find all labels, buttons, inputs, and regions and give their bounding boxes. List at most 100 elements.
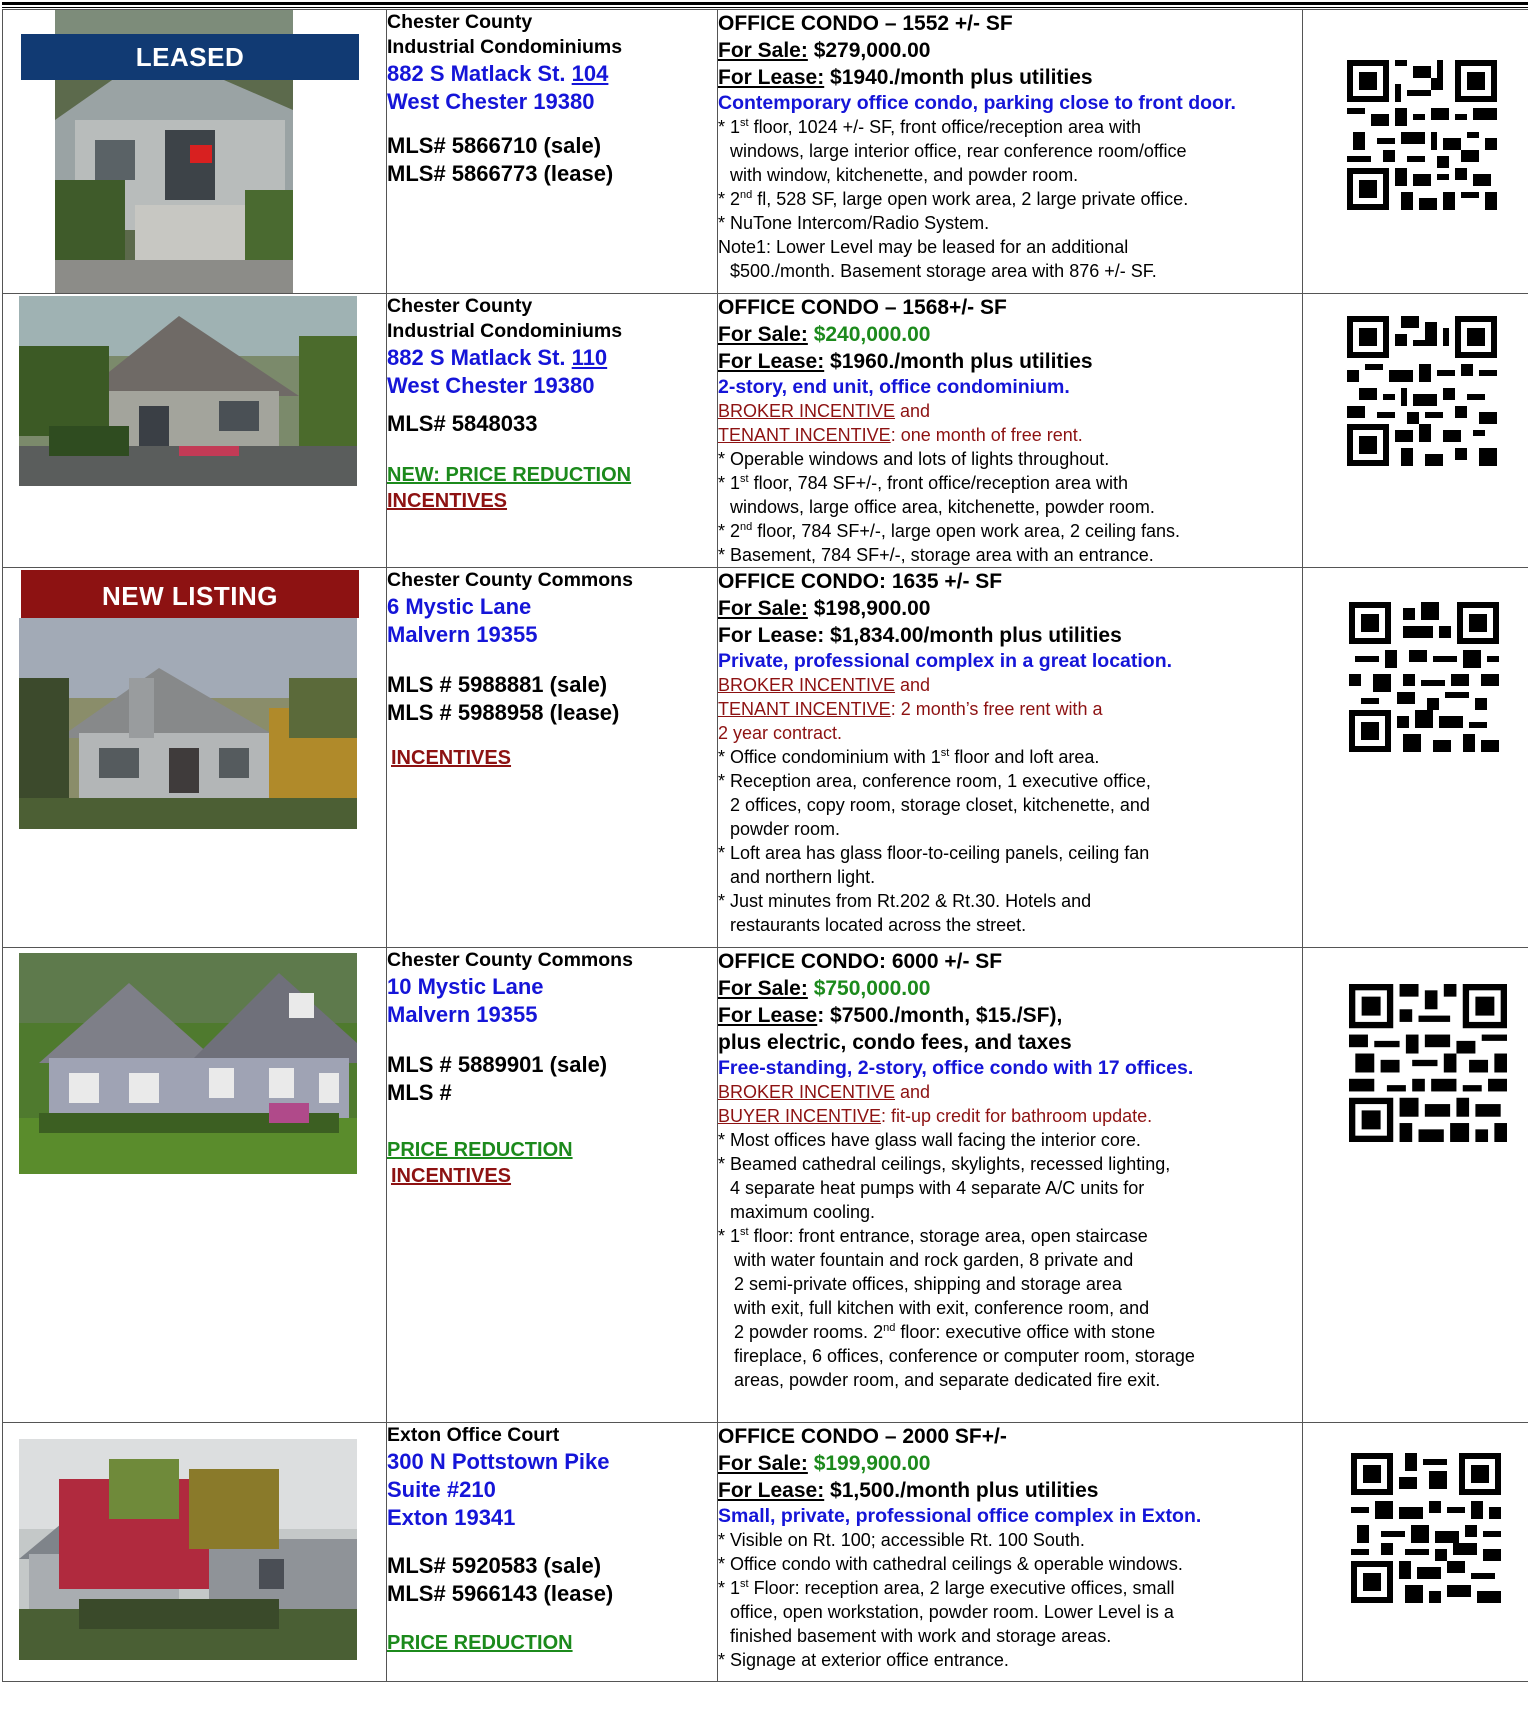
broker-incentive: BROKER INCENTIVE and [718, 401, 931, 421]
description-cell: OFFICE CONDO – 2000 SF+/- For Sale: $199… [717, 1422, 1303, 1682]
address-line2: West Chester 19380 [387, 89, 595, 114]
listing-heading: OFFICE CONDO: 1635 +/- SF [718, 570, 1003, 593]
lease-line: For Lease: $1960./month plus utilities [718, 350, 1093, 373]
desc-line: * Loft area has glass floor-to-ceiling p… [718, 843, 1150, 863]
broker-incentive: BROKER INCENTIVE and [718, 1082, 931, 1102]
address-line2: Malvern 19355 [387, 1002, 538, 1027]
address-line-suite: Suite #210 [387, 1477, 496, 1502]
desc-line: 2 offices, copy room, storage closet, ki… [730, 795, 1150, 815]
desc-line: * Office condo with cathedral ceilings &… [718, 1554, 1183, 1574]
desc-line: 2 semi-private offices, shipping and sto… [734, 1274, 1122, 1294]
photo-cell [2, 293, 387, 568]
listing-photo[interactable] [19, 953, 357, 1174]
qr-code-icon[interactable] [1349, 602, 1499, 752]
price-reduction-tag[interactable]: PRICE REDUCTION [387, 1137, 717, 1163]
complex-name-line2: Industrial Condominiums [387, 320, 623, 342]
incentives-tag[interactable]: INCENTIVES [387, 745, 717, 771]
broker-incentive: BROKER INCENTIVE and [718, 675, 931, 695]
listing-row: LEASED Chester County Industrial Condomi… [2, 9, 1528, 294]
info-cell: Chester County Commons 10 Mystic Lane Ma… [386, 947, 718, 1423]
sale-line: For Sale: $198,900.00 [718, 597, 931, 620]
mls-number: MLS # 5988958 (lease) [387, 700, 620, 725]
desc-line: 4 separate heat pumps with 4 separate A/… [730, 1178, 1145, 1198]
qr-cell [1302, 1422, 1528, 1682]
desc-line: powder room. [730, 819, 841, 839]
lease-line: For Lease: $1,834.00/month plus utilitie… [718, 624, 1122, 647]
desc-line: maximum cooling. [730, 1202, 876, 1222]
address-line2: West Chester 19380 [387, 373, 595, 398]
address-line1: 882 S Matlack St. 104 [387, 61, 609, 86]
incentives-tag[interactable]: INCENTIVES [387, 1163, 717, 1189]
listing-tagline: Small, private, professional office comp… [718, 1505, 1202, 1527]
listing-heading: OFFICE CONDO – 2000 SF+/- [718, 1425, 1007, 1448]
tenant-incentive-cont: 2 year contract. [718, 723, 843, 743]
complex-name-line1: Exton Office Court [387, 1424, 560, 1446]
listing-tagline: Free-standing, 2-story, office condo wit… [718, 1057, 1194, 1079]
desc-line: * Beamed cathedral ceilings, skylights, … [718, 1154, 1171, 1174]
desc-line: * 1st Floor: reception area, 2 large exe… [718, 1578, 1175, 1598]
top-rule-thin [2, 7, 1528, 8]
desc-line: with water fountain and rock garden, 8 p… [734, 1250, 1134, 1270]
unit-number: 104 [571, 61, 609, 86]
listing-row: Exton Office Court 300 N Pottstown Pike … [2, 1422, 1528, 1682]
address-line1: 300 N Pottstown Pike [387, 1449, 610, 1474]
price-reduction-tag[interactable]: NEW: PRICE REDUCTION [387, 462, 717, 488]
desc-line: * 2nd fl, 528 SF, large open work area, … [718, 189, 1189, 209]
price-reduction-tag[interactable]: PRICE REDUCTION [387, 1630, 717, 1656]
tenant-incentive: TENANT INCENTIVE: one month of free rent… [718, 425, 1083, 445]
sale-line: For Sale: $750,000.00 [718, 977, 931, 1000]
listings-table: LEASED Chester County Industrial Condomi… [2, 9, 1528, 1682]
mls-number: MLS# 5920583 (sale) [387, 1553, 602, 1578]
desc-line: * Office condominium with 1st floor and … [718, 747, 1100, 767]
info-cell: Exton Office Court 300 N Pottstown Pike … [386, 1422, 718, 1682]
listing-photo[interactable] [19, 1439, 357, 1660]
incentives-tag[interactable]: INCENTIVES [387, 488, 717, 514]
mls-number: MLS# 5866710 (sale) [387, 133, 602, 158]
lease-line: For Lease: $7500./month, $15./SF), [718, 1004, 1063, 1027]
qr-code-icon[interactable] [1351, 1453, 1501, 1603]
desc-line: windows, large office area, kitchenette,… [730, 497, 1155, 517]
description-cell: OFFICE CONDO – 1552 +/- SF For Sale: $27… [717, 9, 1303, 294]
desc-line: with exit, full kitchen with exit, confe… [734, 1298, 1150, 1318]
buyer-incentive: BUYER INCENTIVE: fit-up credit for bathr… [718, 1106, 1153, 1126]
mls-number: MLS# 5966143 (lease) [387, 1581, 614, 1606]
qr-code-icon[interactable] [1349, 984, 1507, 1142]
mls-number: MLS # 5988881 (sale) [387, 672, 608, 697]
qr-code-icon[interactable] [1347, 316, 1497, 466]
desc-line: office, open workstation, powder room. L… [730, 1602, 1174, 1622]
info-cell: Chester County Commons 6 Mystic Lane Mal… [386, 567, 718, 948]
qr-cell [1302, 9, 1528, 294]
complex-name-line1: Chester County [387, 295, 533, 317]
qr-cell [1302, 567, 1528, 948]
unit-number: 110 [571, 345, 608, 370]
description-cell: OFFICE CONDO – 1568+/- SF For Sale: $240… [717, 293, 1303, 568]
desc-line: Note1: Lower Level may be leased for an … [718, 237, 1129, 257]
description-cell: OFFICE CONDO: 6000 +/- SF For Sale: $750… [717, 947, 1303, 1423]
description-cell: OFFICE CONDO: 1635 +/- SF For Sale: $198… [717, 567, 1303, 948]
info-cell: Chester County Industrial Condominiums 8… [386, 9, 718, 294]
complex-name-line1: Chester County Commons [387, 949, 633, 971]
listing-photo[interactable] [19, 618, 357, 829]
listing-tagline: 2-story, end unit, office condominium. [718, 376, 1070, 398]
desc-line: $500./month. Basement storage area with … [730, 261, 1157, 281]
desc-line: * 2nd floor, 784 SF+/-, large open work … [718, 521, 1181, 541]
mls-number: MLS # [387, 1080, 452, 1105]
desc-line: * Operable windows and lots of lights th… [718, 449, 1110, 469]
photo-cell [2, 947, 387, 1423]
listing-heading: OFFICE CONDO – 1552 +/- SF [718, 12, 1013, 35]
desc-line: fireplace, 6 offices, conference or comp… [734, 1346, 1195, 1366]
info-cell: Chester County Industrial Condominiums 8… [386, 293, 718, 568]
desc-line: and northern light. [730, 867, 876, 887]
address-line2: Malvern 19355 [387, 622, 538, 647]
listing-tagline: Private, professional complex in a great… [718, 650, 1173, 672]
mls-number: MLS# 5866773 (lease) [387, 161, 614, 186]
desc-line: * 1st floor, 784 SF+/-, front office/rec… [718, 473, 1128, 493]
address-line1: 10 Mystic Lane [387, 974, 544, 999]
listing-photo[interactable] [19, 296, 357, 486]
listing-row: NEW LISTING Chester County Commons 6 Mys… [2, 567, 1528, 948]
new-listing-banner: NEW LISTING [21, 570, 359, 618]
listing-heading: OFFICE CONDO – 1568+/- SF [718, 296, 1007, 319]
address-line1: 882 S Matlack St. 110 [387, 345, 608, 370]
desc-line: 2 powder rooms. 2nd floor: executive off… [734, 1322, 1156, 1342]
qr-code-icon[interactable] [1347, 60, 1497, 210]
